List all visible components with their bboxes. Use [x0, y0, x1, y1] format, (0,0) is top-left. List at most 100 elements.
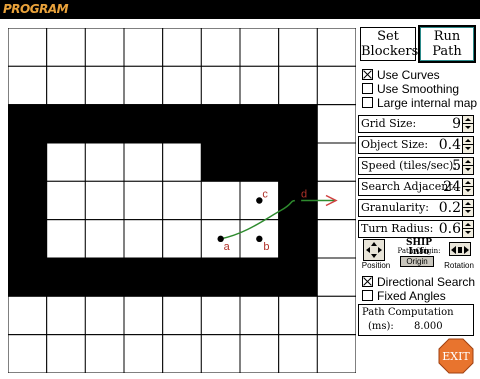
- grid-cell[interactable]: [123, 334, 164, 373]
- param-value[interactable]: 5: [452, 158, 461, 174]
- grid-cell[interactable]: [46, 334, 86, 373]
- grid-cell[interactable]: [200, 334, 241, 373]
- blocked-cell[interactable]: [8, 180, 48, 221]
- grid-cell[interactable]: [8, 334, 48, 373]
- blocked-cell[interactable]: [84, 257, 125, 297]
- grid-cell[interactable]: [200, 28, 241, 67]
- grid-cell[interactable]: [316, 219, 356, 259]
- grid-cell[interactable]: [316, 65, 356, 106]
- grid-cell[interactable]: [200, 180, 241, 221]
- blocked-cell[interactable]: [84, 104, 125, 144]
- rotation-control-icon[interactable]: [449, 242, 471, 256]
- grid-cell[interactable]: [46, 180, 86, 221]
- grid-cell[interactable]: [123, 142, 164, 182]
- arrow-down-icon[interactable]: [463, 229, 473, 237]
- blocked-cell[interactable]: [278, 104, 318, 144]
- blocked-cell[interactable]: [46, 104, 86, 144]
- arrow-down-icon[interactable]: [463, 124, 473, 132]
- use-smoothing-checkbox[interactable]: Use Smoothing: [362, 82, 459, 96]
- grid-cell[interactable]: [316, 295, 356, 336]
- grid-cell[interactable]: [278, 334, 318, 373]
- object-size-field[interactable]: Object Size: 0.4: [358, 136, 474, 154]
- blocked-cell[interactable]: [200, 257, 241, 297]
- grid-cell[interactable]: [239, 295, 280, 336]
- grid-cell[interactable]: [84, 334, 125, 373]
- checkbox-box[interactable]: [362, 276, 373, 287]
- arrow-down-icon[interactable]: [463, 166, 473, 174]
- checkbox-box[interactable]: [362, 290, 373, 301]
- grid-cell[interactable]: [84, 65, 125, 106]
- directional-search-checkbox[interactable]: Directional Search: [362, 275, 475, 289]
- grid-cell[interactable]: [278, 28, 318, 67]
- grid-cell[interactable]: [200, 295, 241, 336]
- arrow-down-icon[interactable]: [463, 208, 473, 216]
- grid-cell[interactable]: [162, 295, 202, 336]
- grid-cell[interactable]: [316, 334, 356, 373]
- grid-cell[interactable]: [123, 65, 164, 106]
- blocked-cell[interactable]: [200, 104, 241, 144]
- run-path-button[interactable]: Run Path: [418, 25, 476, 63]
- grid-cell[interactable]: [123, 180, 164, 221]
- arrow-up-icon[interactable]: [463, 137, 473, 145]
- grid-cell[interactable]: [46, 295, 86, 336]
- grid-cell[interactable]: [84, 219, 125, 259]
- param-value[interactable]: 0.6: [439, 221, 461, 237]
- grid-cell[interactable]: [162, 334, 202, 373]
- blocked-cell[interactable]: [123, 104, 164, 144]
- grid-cell[interactable]: [8, 28, 48, 67]
- blocked-cell[interactable]: [8, 104, 48, 144]
- grid-cell[interactable]: [123, 295, 164, 336]
- blocked-cell[interactable]: [123, 257, 164, 297]
- arrow-up-icon[interactable]: [463, 179, 473, 187]
- position-control-icon[interactable]: [363, 239, 385, 261]
- grid-cell[interactable]: [84, 295, 125, 336]
- grid-cell[interactable]: [316, 142, 356, 182]
- grid-cell[interactable]: [84, 180, 125, 221]
- map-canvas[interactable]: a b c d: [8, 28, 356, 373]
- arrow-up-icon[interactable]: [463, 158, 473, 166]
- param-value[interactable]: 9: [452, 116, 461, 132]
- arrow-up-icon[interactable]: [463, 200, 473, 208]
- blocked-cell[interactable]: [278, 257, 318, 297]
- blocked-cell[interactable]: [278, 219, 318, 259]
- grid-cell[interactable]: [162, 219, 202, 259]
- grid-cell[interactable]: [84, 142, 125, 182]
- stepper[interactable]: [462, 200, 473, 216]
- grid-cell[interactable]: [46, 28, 86, 67]
- blocked-cell[interactable]: [239, 257, 280, 297]
- checkbox-box[interactable]: [362, 97, 373, 108]
- fixed-angles-checkbox[interactable]: Fixed Angles: [362, 289, 446, 303]
- arrow-up-icon[interactable]: [463, 221, 473, 229]
- grid-cell[interactable]: [162, 65, 202, 106]
- arrow-down-icon[interactable]: [463, 145, 473, 153]
- blocked-cell[interactable]: [239, 104, 280, 144]
- grid-cell[interactable]: [46, 65, 86, 106]
- turn-radius-field[interactable]: Turn Radius: 0.6: [358, 220, 474, 238]
- grid-cell[interactable]: [46, 219, 86, 259]
- speed-field[interactable]: Speed (tiles/sec): 5: [358, 157, 474, 175]
- stepper[interactable]: [462, 116, 473, 132]
- checkbox-box[interactable]: [362, 83, 373, 94]
- param-value[interactable]: 0.4: [439, 137, 461, 153]
- grid-cell[interactable]: [200, 65, 241, 106]
- use-curves-checkbox[interactable]: Use Curves: [362, 68, 440, 82]
- blocked-cell[interactable]: [200, 142, 241, 182]
- blocked-cell[interactable]: [46, 257, 86, 297]
- checkbox-box[interactable]: [362, 69, 373, 80]
- stepper[interactable]: [462, 158, 473, 174]
- grid-cell[interactable]: [46, 142, 86, 182]
- grid-cell[interactable]: [162, 142, 202, 182]
- stepper[interactable]: [462, 179, 473, 195]
- stepper[interactable]: [462, 221, 473, 237]
- blocked-cell[interactable]: [8, 219, 48, 259]
- blocked-cell[interactable]: [8, 257, 48, 297]
- grid-cell[interactable]: [162, 180, 202, 221]
- grid-cell[interactable]: [316, 104, 356, 144]
- large-internal-map-checkbox[interactable]: Large internal map: [362, 96, 477, 110]
- grid-cell[interactable]: [123, 28, 164, 67]
- param-value[interactable]: 0.2: [439, 200, 461, 216]
- map-grid[interactable]: a b c d: [8, 28, 356, 373]
- blocked-cell[interactable]: [162, 104, 202, 144]
- grid-cell[interactable]: [84, 28, 125, 67]
- blocked-cell[interactable]: [278, 142, 318, 182]
